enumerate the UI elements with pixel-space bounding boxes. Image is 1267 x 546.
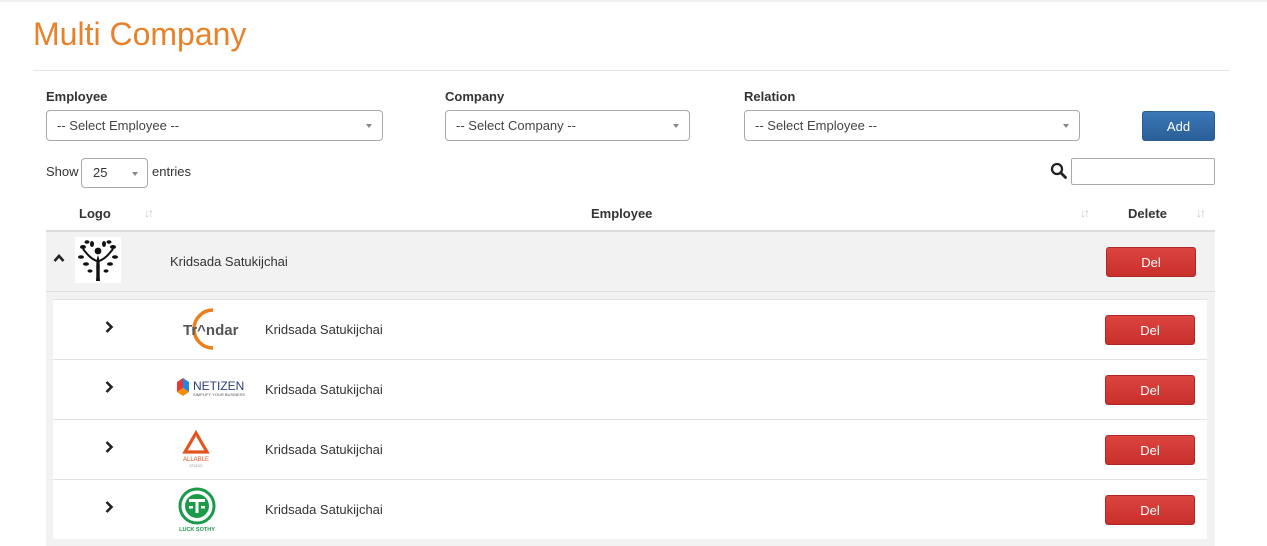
delete-button[interactable]: Del [1106,247,1196,277]
title-divider [33,70,1230,71]
delete-button[interactable]: Del [1105,435,1195,465]
show-label: Show [46,164,79,179]
table-row-parent: Kridsada Satukijchai Del [46,232,1215,292]
header-delete: Delete [1128,206,1168,221]
chevron-down-icon [132,172,138,176]
company-select-value: -- Select Company -- [456,118,576,133]
tree-person-logo [75,237,121,283]
employee-name: Kridsada Satukijchai [265,322,383,337]
sort-icon[interactable]: ↓↑ [1196,206,1206,220]
chevron-down-icon [1063,124,1069,128]
table-header: Logo ↓↑ Employee ↓↑ Delete ↓↑ [46,200,1215,232]
allable-logo-text: ALLABLE [183,457,209,463]
netizen-logo-subtext: SIMPLIFY YOUR BUSINESS [193,392,245,397]
relation-select[interactable]: -- Select Employee -- [744,110,1080,141]
company-select[interactable]: -- Select Company -- [445,110,690,141]
trandar-logo: Tr^ndar [173,306,251,352]
search-input[interactable] [1071,158,1215,185]
employee-select-value: -- Select Employee -- [57,118,180,133]
relation-select-value: -- Select Employee -- [755,118,878,133]
chevron-right-icon[interactable] [104,500,114,519]
header-employee[interactable]: Employee [591,206,652,221]
company-label: Company [445,89,505,104]
employee-name: Kridsada Satukijchai [265,502,383,517]
table-row: Tr^ndar Kridsada Satukijchai Del [53,299,1207,359]
delete-button[interactable]: Del [1105,315,1195,345]
table-row: ALLABLE STUDIO Kridsada Satukijchai Del [53,419,1207,479]
header-logo[interactable]: Logo [79,206,111,221]
employee-name: Kridsada Satukijchai [265,382,383,397]
entries-label: entries [152,164,192,179]
employee-label: Employee [46,89,108,104]
chevron-right-icon[interactable] [104,380,114,399]
chevron-down-icon [366,124,372,128]
chevron-right-icon[interactable] [104,320,114,339]
allable-logo: ALLABLE STUDIO [176,429,216,470]
delete-button[interactable]: Del [1105,495,1195,525]
employee-name: Kridsada Satukijchai [265,442,383,457]
allable-logo-subtext: STUDIO [189,464,203,468]
top-border [0,0,1267,2]
add-button[interactable]: Add [1142,111,1215,141]
delete-button[interactable]: Del [1105,375,1195,405]
employee-name: Kridsada Satukijchai [170,254,288,269]
chevron-up-icon[interactable] [53,250,65,268]
search-icon [1050,162,1067,179]
page-title: Multi Company [33,16,247,52]
relation-label: Relation [744,89,796,104]
netizen-logo-text: NETIZEN [193,379,244,393]
luck-sothy-logo-text: LUCK SOTHY [179,527,215,533]
trandar-logo-text: Tr^ndar [183,322,239,339]
chevron-right-icon[interactable] [104,440,114,459]
sort-icon[interactable]: ↓↑ [144,206,154,220]
table-row: NETIZEN SIMPLIFY YOUR BUSINESS Kridsada … [53,359,1207,419]
page-length-select[interactable]: 25 [81,158,148,188]
chevron-down-icon [673,124,679,128]
table-row: LUCK SOTHY Kridsada Satukijchai Del [53,479,1207,539]
luck-sothy-logo: LUCK SOTHY [174,486,220,534]
netizen-logo: NETIZEN SIMPLIFY YOUR BUSINESS [173,376,253,402]
employee-select[interactable]: -- Select Employee -- [46,110,383,141]
sort-icon[interactable]: ↓↑ [1080,206,1090,220]
page-length-value: 25 [93,165,108,180]
